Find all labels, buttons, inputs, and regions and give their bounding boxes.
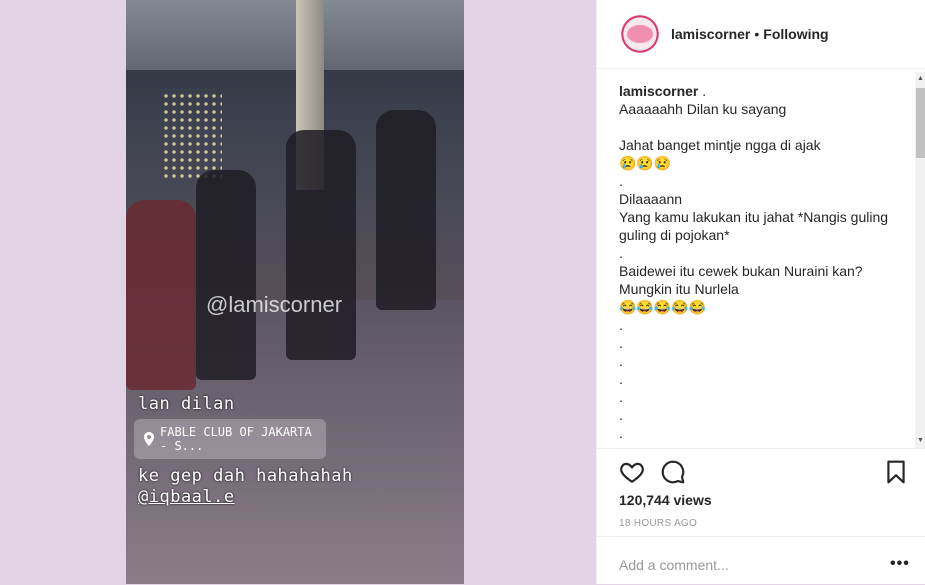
comment-bar: Add a comment... •••: [597, 536, 925, 585]
location-pin-icon: [144, 432, 154, 446]
caption-line: guling di pojokan*: [619, 227, 730, 243]
video-figure: [286, 130, 356, 360]
caption-line: 😂😂😂😂😂: [619, 299, 707, 315]
caption-line: .: [619, 425, 623, 441]
scroll-up-arrow-icon[interactable]: ▲: [915, 72, 925, 86]
caption-line: Dilaaaann: [619, 191, 683, 207]
scroll-down-arrow-icon[interactable]: ▼: [915, 434, 925, 448]
video-background-lights: [162, 92, 222, 182]
story-mention: @iqbaal.e: [138, 487, 235, 507]
caption-header-line: lamiscorner .: [619, 82, 899, 100]
heart-icon[interactable]: [619, 459, 645, 485]
story-text-line2: ke gep dah hahahahah: [138, 466, 353, 486]
more-options-icon[interactable]: •••: [890, 555, 910, 573]
caption-line: Jahat banget mintje ngga di ajak: [619, 137, 821, 153]
avatar[interactable]: [619, 13, 661, 55]
caption-line: #ceritadanchannelku: [619, 442, 899, 446]
story-text-line1: lan dilan: [138, 394, 235, 414]
video-watermark: @lamiscorner: [206, 292, 343, 317]
caption-line: Aaaaaahh Dilan ku sayang: [619, 101, 787, 117]
caption: lamiscorner . Aaaaaahh Dilan ku sayang Ja…: [619, 82, 899, 446]
caption-scrollbar[interactable]: ▲ ▼: [915, 72, 925, 448]
bookmark-icon[interactable]: [883, 459, 909, 485]
caption-line: .: [619, 173, 623, 189]
caption-line: .: [619, 245, 623, 261]
post-header: lamiscorner • Following: [597, 0, 925, 69]
video-figure: [196, 170, 256, 380]
header-separator: •: [754, 26, 760, 42]
post-side-panel: lamiscorner • Following lamiscorner . Aa…: [596, 0, 925, 584]
following-button[interactable]: Following: [763, 26, 828, 42]
location-sticker-label: FABLE CLUB OF JAKARTA - S...: [160, 425, 312, 453]
video-figure: [376, 110, 436, 310]
caption-line: .: [619, 353, 623, 369]
location-sticker: FABLE CLUB OF JAKARTA - S...: [134, 419, 326, 459]
video-background-awning: [126, 0, 464, 70]
comment-input[interactable]: Add a comment...: [619, 557, 729, 573]
caption-line: Yang kamu lakukan itu jahat *Nangis guli…: [619, 209, 889, 225]
post-video[interactable]: @lamiscorner lan dilan FABLE CLUB OF JAK…: [126, 0, 464, 584]
action-bar: [597, 448, 925, 493]
caption-line: .: [619, 335, 623, 351]
post-timestamp[interactable]: 18 HOURS AGO: [619, 518, 697, 529]
scrollbar-thumb[interactable]: [916, 88, 925, 158]
video-figure: [126, 200, 196, 390]
caption-line: 😢😢😢: [619, 155, 672, 171]
header-username[interactable]: lamiscorner: [671, 26, 750, 42]
caption-line: .: [619, 407, 623, 423]
caption-line: Baidewei itu cewek bukan Nuraini kan?: [619, 263, 863, 279]
caption-username-suffix: .: [698, 83, 707, 99]
view-count[interactable]: 120,744 views: [619, 492, 712, 508]
caption-line: [619, 118, 899, 136]
avatar-image: [627, 25, 653, 43]
caption-line: .: [619, 389, 623, 405]
caption-username[interactable]: lamiscorner: [619, 83, 698, 99]
comment-icon[interactable]: [660, 459, 686, 485]
caption-line: Mungkin itu Nurlela: [619, 281, 739, 297]
caption-line: .: [619, 317, 623, 333]
caption-line: .: [619, 371, 623, 387]
